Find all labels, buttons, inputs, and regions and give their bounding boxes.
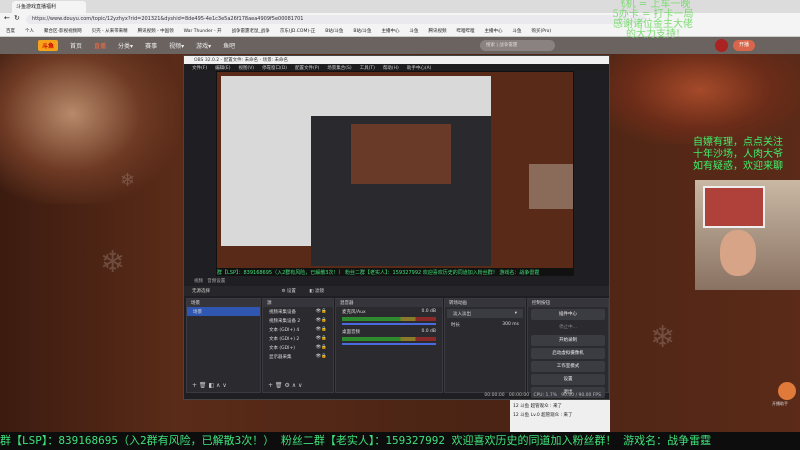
source-toolbar: 无源选择 ⚙ 设置 ◧ 滤镜 bbox=[184, 286, 609, 296]
chat-message: 12 斗鱼 超管观众 : 来了 bbox=[513, 404, 562, 409]
menu-item[interactable]: 助手中心(A) bbox=[407, 65, 432, 71]
snowflake-icon: ❄ bbox=[650, 320, 676, 355]
bookmark[interactable]: 京东(JD.COM)-正 bbox=[280, 28, 315, 34]
obs-audio-tabs: 视频 音频设置 bbox=[194, 279, 226, 284]
webcam-preview bbox=[529, 164, 573, 209]
virtual-camera-button[interactable]: 启动虚拟摄像机 bbox=[531, 348, 605, 359]
nav-live[interactable]: 直播 bbox=[94, 41, 106, 50]
menu-item[interactable]: 配置文件(P) bbox=[295, 65, 319, 71]
obs-preview[interactable]: 群【LSP】：839168695（入2群有风险，已解散3次！） 粉丝二群【老实人… bbox=[216, 71, 574, 276]
audio-meter bbox=[342, 337, 436, 341]
plugin-center-button[interactable]: 插件中心 bbox=[531, 309, 605, 320]
source-item[interactable]: 视频采集设备 👁🔒 bbox=[263, 307, 333, 316]
source-actions[interactable]: + 🗑 ⚙ ∧ ∨ bbox=[268, 382, 302, 389]
source-item[interactable]: 文本 (GDI+) 2 👁🔒 bbox=[263, 334, 333, 343]
menu-item[interactable]: 视图(V) bbox=[238, 65, 254, 71]
background-art bbox=[600, 54, 800, 144]
scene-actions[interactable]: + 🗑 ◧ ∧ ∨ bbox=[192, 382, 227, 389]
nav-category[interactable]: 分类▾ bbox=[118, 41, 133, 50]
menu-item[interactable]: 文件(F) bbox=[192, 65, 207, 71]
recursive-browser-capture bbox=[221, 76, 491, 266]
bookmark[interactable]: 个人 bbox=[25, 28, 34, 34]
menu-item[interactable]: 帮助(H) bbox=[383, 65, 399, 71]
stopping-button[interactable]: 停止中... bbox=[531, 322, 605, 333]
mixer-channel-label: 桌面音频 0.0 dB bbox=[342, 329, 436, 335]
bookmark[interactable]: 聚合区-影视视频网 bbox=[44, 28, 82, 34]
scrolling-ticker: 群【LSP】：839168695（入2群有风险，已解散3次！） 粉丝二群【老实人… bbox=[0, 432, 800, 450]
overlay-text-right: 自嫖有理，点点关注 十年沙场，人肉大爷 如有疑惑，欢迎来聊 bbox=[693, 137, 783, 172]
preview-ticker: 群【LSP】：839168695（入2群有风险，已解散3次！） 粉丝二群【老实人… bbox=[217, 268, 573, 275]
filters-button[interactable]: ◧ 滤镜 bbox=[309, 289, 324, 294]
chat-message: 12 斗鱼 Lv.0 超管观众 : 来了 bbox=[513, 413, 573, 418]
settings-button[interactable]: ⚙ 设置 bbox=[281, 289, 295, 294]
chat-panel: 12 斗鱼 超管观众 : 来了 12 斗鱼 Lv.0 超管观众 : 来了 bbox=[510, 400, 610, 432]
back-icon[interactable]: ← bbox=[4, 14, 10, 22]
duration-field[interactable]: 时长 300 ms bbox=[445, 320, 525, 329]
bookmark[interactable]: 腾讯视频 bbox=[428, 28, 446, 34]
background-art bbox=[0, 54, 180, 204]
sources-dock: 源 视频采集设备 👁🔒 视频采集设备 2 👁🔒 文本 (GDI+) 4 👁🔒 文本 (… bbox=[262, 298, 334, 393]
bookmark[interactable]: B站/斗鱼 bbox=[325, 28, 343, 34]
recursive-capture bbox=[351, 124, 451, 184]
source-item[interactable]: 视频采集设备 2 👁🔒 bbox=[263, 316, 333, 325]
source-item[interactable]: 文本 (GDI+) 👁🔒 bbox=[263, 343, 333, 352]
webcam-overlay bbox=[695, 180, 800, 290]
live-assistant-button[interactable] bbox=[778, 382, 796, 400]
snowflake-icon: ❄ bbox=[120, 170, 136, 191]
snowflake-icon: ❄ bbox=[100, 245, 126, 280]
scene-item[interactable]: 场景 bbox=[187, 307, 260, 316]
mixer-dock: 混音器 麦克风/Aux 0.0 dB 桌面音频 0.0 dB bbox=[335, 298, 443, 393]
menu-item[interactable]: 停靠窗口(D) bbox=[262, 65, 287, 71]
studio-mode-button[interactable]: 工作室模式 bbox=[531, 361, 605, 372]
bookmark[interactable]: 斗鱼 bbox=[409, 28, 418, 34]
bookmark[interactable]: 贝壳 - 从来带来精 bbox=[92, 28, 128, 34]
recursive-obs-capture bbox=[311, 116, 491, 266]
obs-window: OBS 32.0.2 - 配置文件: 未命名 - 场景: 未命名 文件(F) 编… bbox=[183, 55, 610, 400]
bookmark[interactable]: 主播中心 bbox=[484, 28, 502, 34]
obs-title: OBS 32.0.2 - 配置文件: 未命名 - 场景: 未命名 bbox=[184, 56, 609, 64]
search-input[interactable]: 搜索 | 战争雷霆 bbox=[480, 40, 555, 51]
bookmark[interactable]: 购买(Pro) bbox=[531, 28, 551, 34]
nav-home[interactable]: 首页 bbox=[70, 41, 82, 50]
bookmark[interactable]: War Thunder - 开 bbox=[184, 28, 222, 34]
url-input[interactable]: https://www.douyu.com/topic/12yzhyx?rid=… bbox=[26, 15, 646, 24]
live-assistant-label: 开播助手 bbox=[772, 401, 788, 406]
menu-item[interactable]: 工具(T) bbox=[360, 65, 375, 71]
streamer bbox=[720, 230, 756, 276]
controls-dock: 控制按钮 插件中心 停止中... 开始录制 启动虚拟摄像机 工作室模式 设置 退… bbox=[527, 298, 609, 398]
browser-tab[interactable]: 斗鱼游戏直播福利 bbox=[12, 1, 86, 13]
reload-icon[interactable]: ↻ bbox=[14, 14, 20, 22]
nav-events[interactable]: 赛事 bbox=[145, 41, 157, 50]
go-live-button[interactable]: 开播 bbox=[733, 40, 755, 51]
transitions-dock: 转场动画 淡入淡出 ▾ 时长 300 ms bbox=[444, 298, 526, 393]
volume-slider[interactable] bbox=[342, 323, 436, 325]
transition-select[interactable]: 淡入淡出 ▾ bbox=[447, 309, 523, 318]
bookmark[interactable]: 战争雷霆老鼠_战争 bbox=[232, 28, 270, 34]
bookmark[interactable]: 腾讯视频 - 中国领 bbox=[138, 28, 174, 34]
avatar[interactable] bbox=[715, 39, 728, 52]
audio-meter bbox=[342, 317, 436, 321]
douyu-logo[interactable]: 斗鱼 bbox=[38, 40, 59, 51]
nav-video[interactable]: 视频▾ bbox=[169, 41, 184, 50]
bookmark[interactable]: B站/斗鱼 bbox=[353, 28, 371, 34]
menu-item[interactable]: 编辑(E) bbox=[215, 65, 230, 71]
bookmark[interactable]: 哔哩哔哩 bbox=[456, 28, 474, 34]
overlay-text-top: 飞机 = 上车一晚 5办卡 = 打卡一局 感谢诸位金主大佬 的大力支持! bbox=[612, 0, 694, 40]
obs-menu-bar: 文件(F) 编辑(E) 视图(V) 停靠窗口(D) 配置文件(P) 场景集合(S… bbox=[184, 64, 609, 71]
bookmark[interactable]: 斗鱼 bbox=[512, 28, 521, 34]
settings-button[interactable]: 设置 bbox=[531, 374, 605, 385]
mixer-channel-label: 麦克风/Aux 0.0 dB bbox=[342, 309, 436, 315]
nav-yuba[interactable]: 鱼吧 bbox=[223, 41, 235, 50]
start-recording-button[interactable]: 开始录制 bbox=[531, 335, 605, 346]
menu-item[interactable]: 场景集合(S) bbox=[327, 65, 351, 71]
source-item[interactable]: 文本 (GDI+) 4 👁🔒 bbox=[263, 325, 333, 334]
source-item[interactable]: 显示器采集 👁🔒 bbox=[263, 352, 333, 361]
bookmark[interactable]: 百度 bbox=[6, 28, 15, 34]
bookmark[interactable]: 主播中心 bbox=[381, 28, 399, 34]
nav-games[interactable]: 游戏▾ bbox=[196, 41, 211, 50]
volume-slider[interactable] bbox=[342, 343, 436, 345]
monitor bbox=[703, 186, 765, 228]
scenes-dock: 场景 场景 + 🗑 ◧ ∧ ∨ bbox=[186, 298, 261, 393]
